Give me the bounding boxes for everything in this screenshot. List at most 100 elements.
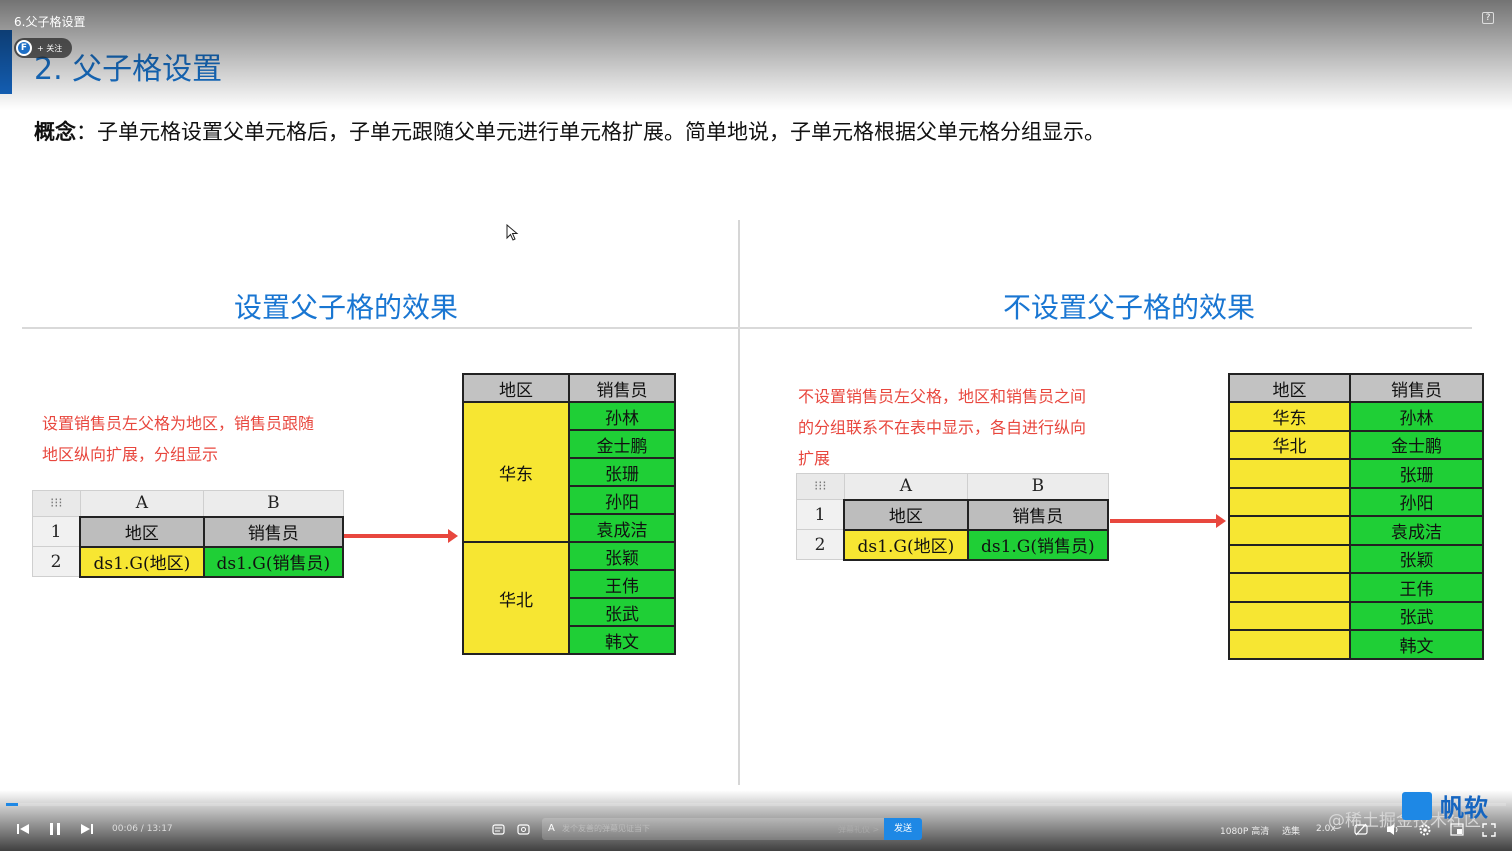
logo-text: 帆软 (1440, 794, 1488, 822)
left-result-table: 地区 销售员 华东 孙林 金士鹏 张珊 孙阳 袁成洁 华北 张颖 王伟 张武 韩… (462, 373, 676, 655)
playback-time: 00:06 / 13:17 (112, 824, 173, 834)
result-region-cell: 华北 (1228, 429, 1351, 460)
right-note-line: 扩展 (798, 449, 831, 468)
mouse-cursor-icon (506, 224, 519, 241)
video-title: 6.父子格设置 (14, 15, 86, 29)
grid-cell-b2[interactable]: ds1.G(销售员) (202, 545, 345, 578)
quality-selector[interactable]: 1080P 高清 (1220, 824, 1269, 837)
result-sales-cell: 张珊 (568, 457, 676, 487)
result-sales-cell: 袁成洁 (568, 513, 676, 543)
concept-text: 概念：子单元格设置父单元格后，子单元跟随父单元进行单元格扩展。简单地说，子单元格… (34, 116, 1105, 146)
grid-cell-b1[interactable]: 销售员 (966, 498, 1110, 531)
send-button[interactable]: 发送 (884, 818, 922, 840)
vertical-divider (738, 220, 740, 785)
concept-body: ：子单元格设置父单元格后，子单元跟随父单元进行单元格扩展。简单地说，子单元格根据… (76, 120, 1105, 144)
column-header-a[interactable]: A (79, 490, 205, 517)
picture-in-picture-icon[interactable] (1450, 823, 1464, 836)
result-sales-cell: 张武 (568, 597, 676, 627)
concept-label: 概念 (34, 120, 76, 144)
result-sales-cell: 金士鹏 (1349, 429, 1484, 460)
left-note-line: 设置销售员左父格为地区，销售员跟随 (42, 414, 315, 433)
result-region-cell (1228, 600, 1351, 631)
result-sales-cell: 孙阳 (1349, 486, 1484, 517)
danmaku-off-icon[interactable] (1354, 823, 1368, 836)
result-sales-cell: 韩文 (1349, 629, 1484, 660)
result-sales-cell: 金士鹏 (568, 429, 676, 459)
danmaku-settings-icon[interactable] (517, 823, 530, 836)
result-region-cell: 华东 (1228, 401, 1351, 432)
left-design-grid: ⁝⁝⁝ A B 1 地区 销售员 2 ds1.G(地区) ds1.G(销售员) (32, 490, 345, 578)
top-overlay (0, 0, 1512, 110)
result-sales-cell: 王伟 (1349, 572, 1484, 603)
follow-label: + 关注 (37, 43, 63, 53)
grid-cell-a2[interactable]: ds1.G(地区) (79, 545, 205, 578)
row-header-1[interactable]: 1 (32, 516, 81, 547)
left-section-heading: 设置父子格的效果 (234, 291, 459, 324)
right-result-table: 地区 销售员 华东 孙林 华北 金士鹏 张珊 孙阳 袁成洁 张颖 王伟 张武 韩文 (1228, 373, 1484, 660)
grid-corner-icon: ⁝⁝⁝ (796, 473, 845, 500)
result-sales-cell: 张颖 (1349, 543, 1484, 574)
result-sales-cell: 孙林 (568, 401, 676, 431)
result-header-region: 地区 (462, 373, 570, 403)
result-sales-cell: 张武 (1349, 600, 1484, 631)
grid-cell-b1[interactable]: 销售员 (202, 515, 345, 548)
grid-cell-a1[interactable]: 地区 (843, 498, 969, 531)
text-style-icon[interactable]: A (548, 823, 555, 834)
result-region-cell (1228, 515, 1351, 546)
episodes-button[interactable]: 选集 (1282, 824, 1300, 837)
row-header-1[interactable]: 1 (796, 499, 845, 530)
danmaku-toggle-icon[interactable] (492, 823, 505, 836)
result-sales-cell: 张颖 (568, 541, 676, 571)
title-accent-bar (0, 30, 12, 94)
grid-cell-a1[interactable]: 地区 (79, 515, 205, 548)
result-sales-cell: 袁成洁 (1349, 515, 1484, 546)
result-region-cell: 华北 (462, 541, 570, 655)
danmaku-input[interactable]: 发个友善的弹幕见证当下 (542, 818, 884, 840)
result-sales-cell: 孙林 (1349, 401, 1484, 432)
right-section-heading: 不设置父子格的效果 (1003, 291, 1256, 324)
result-header-sales: 销售员 (1349, 373, 1484, 403)
total-time: 13:17 (146, 824, 173, 834)
grid-cell-b2[interactable]: ds1.G(销售员) (966, 528, 1110, 561)
follow-button[interactable]: F + 关注 (14, 38, 72, 58)
help-icon[interactable]: ? (1482, 12, 1494, 24)
result-sales-cell: 张珊 (1349, 458, 1484, 489)
result-region-cell (1228, 458, 1351, 489)
result-sales-cell: 王伟 (568, 569, 676, 599)
volume-icon[interactable] (1386, 823, 1400, 836)
section-divider (22, 327, 1472, 329)
column-header-b[interactable]: B (967, 473, 1109, 500)
settings-gear-icon[interactable] (1418, 823, 1432, 837)
progress-fill (6, 803, 18, 806)
previous-icon[interactable] (16, 822, 30, 836)
row-header-2[interactable]: 2 (796, 529, 845, 560)
result-region-cell (1228, 486, 1351, 517)
result-sales-cell: 韩文 (568, 625, 676, 655)
result-region-cell (1228, 543, 1351, 574)
logo-mark (1402, 792, 1432, 820)
result-region-cell (1228, 629, 1351, 660)
row-header-2[interactable]: 2 (32, 546, 81, 577)
right-note: 不设置销售员左父格，地区和销售员之间 的分组联系不在表中显示，各自进行纵向 扩展 (798, 381, 1086, 474)
channel-avatar: F (16, 40, 32, 56)
result-region-cell: 华东 (462, 401, 570, 543)
progress-bar[interactable] (6, 803, 1506, 806)
right-note-line: 不设置销售员左父格，地区和销售员之间 (798, 387, 1087, 406)
right-arrow (1110, 514, 1226, 528)
fullscreen-icon[interactable] (1482, 823, 1496, 837)
left-note: 设置销售员左父格为地区，销售员跟随 地区纵向扩展，分组显示 (42, 408, 314, 470)
pause-icon[interactable] (48, 822, 62, 836)
danmaku-etiquette-link[interactable]: 弹幕礼仪 > (838, 824, 879, 835)
next-icon[interactable] (80, 822, 94, 836)
column-header-a[interactable]: A (843, 473, 969, 500)
right-note-line: 的分组联系不在表中显示，各自进行纵向 (798, 418, 1087, 437)
column-header-b[interactable]: B (203, 490, 344, 517)
grid-cell-a2[interactable]: ds1.G(地区) (843, 528, 969, 561)
result-sales-cell: 孙阳 (568, 485, 676, 515)
grid-corner-icon: ⁝⁝⁝ (32, 490, 81, 517)
result-header-sales: 销售员 (568, 373, 676, 403)
current-time: 00:06 (112, 824, 138, 834)
brand-logo: 帆软 (1402, 788, 1498, 822)
result-region-cell (1228, 572, 1351, 603)
left-note-line: 地区纵向扩展，分组显示 (42, 445, 219, 464)
